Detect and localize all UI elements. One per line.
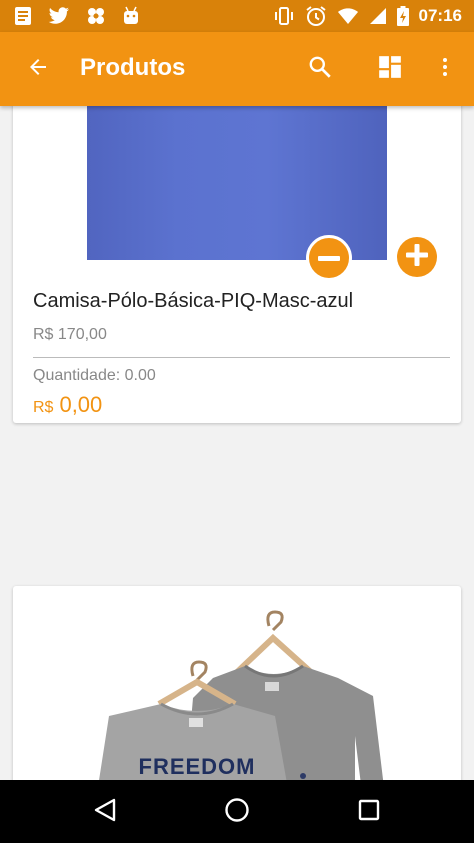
increase-quantity-button[interactable] (397, 237, 437, 277)
square-recents-icon (357, 798, 381, 827)
arrow-back-icon (26, 55, 50, 84)
total-currency: R$ (33, 399, 54, 416)
android-icon (122, 6, 140, 26)
back-button[interactable] (18, 49, 58, 89)
app-bar: Produtos (0, 32, 474, 106)
nav-recents-button[interactable] (351, 794, 387, 830)
total-value: 0,00 (59, 392, 103, 417)
more-vert-icon (433, 55, 457, 84)
dashboard-icon (377, 54, 403, 85)
nav-back-button[interactable] (87, 794, 123, 830)
status-bar: 07:16 (0, 0, 474, 32)
shirt-print-text: FREEDOM (139, 754, 256, 779)
product-image (87, 90, 387, 260)
divider (33, 357, 450, 358)
total-amount: R$ 0,00 (33, 392, 102, 418)
alarm-icon (305, 5, 327, 27)
minus-icon (318, 249, 340, 267)
search-button[interactable] (300, 49, 340, 89)
product-card[interactable]: Camisa-Pólo-Básica-PIQ-Masc-azul R$ 170,… (13, 90, 461, 423)
product-image: FREEDOM (95, 610, 385, 806)
page-title: Produtos (80, 54, 186, 81)
signal-icon (369, 7, 387, 25)
decrease-quantity-button[interactable] (306, 235, 352, 281)
notes-icon (14, 6, 32, 26)
quantity-label: Quantidade: 0.00 (33, 367, 156, 384)
search-icon (307, 54, 333, 85)
view-mode-button[interactable] (370, 49, 410, 89)
battery-charging-icon (396, 6, 409, 26)
twitter-icon (48, 7, 70, 25)
product-card[interactable]: FREEDOM (13, 586, 461, 806)
wifi-icon (337, 7, 359, 25)
more-options-button[interactable] (425, 49, 465, 89)
vibrate-icon (273, 6, 295, 26)
circle-home-icon (224, 797, 250, 828)
product-name: Camisa-Pólo-Básica-PIQ-Masc-azul (33, 290, 354, 312)
pinwheel-icon (86, 6, 106, 26)
nav-home-button[interactable] (219, 794, 255, 830)
triangle-back-icon (92, 797, 118, 828)
status-time: 07:16 (418, 6, 462, 25)
plus-icon (406, 243, 428, 271)
system-nav-bar (0, 780, 474, 843)
product-price: R$ 170,00 (33, 326, 107, 343)
